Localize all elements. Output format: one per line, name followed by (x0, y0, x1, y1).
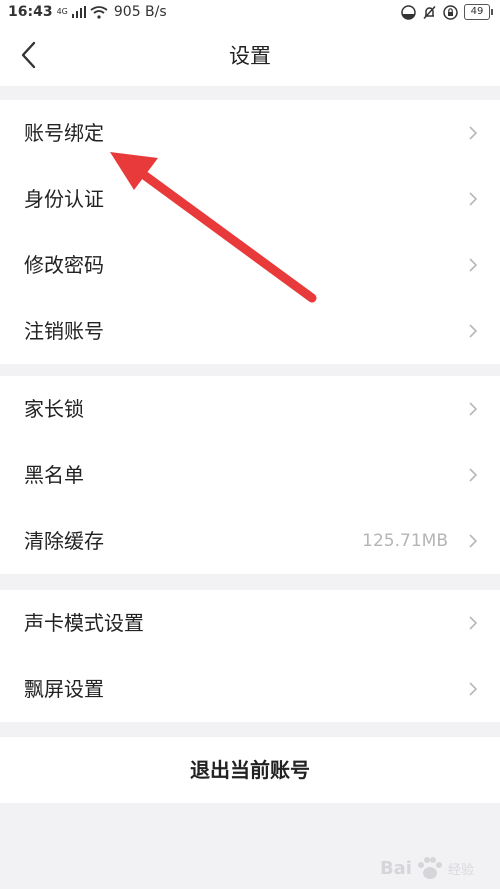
network-type: 4G (56, 7, 68, 16)
chevron-right-icon (469, 192, 478, 206)
status-bar: 16:43 4G 905 B/s 49 (0, 0, 500, 26)
cache-size-value: 125.71MB (362, 531, 448, 551)
settings-item-label: 身份认证 (24, 187, 104, 211)
status-time: 16:43 (8, 4, 53, 20)
baidu-watermark: Bai 经验 (380, 855, 474, 881)
status-left: 16:43 4G 905 B/s (8, 4, 167, 20)
lock-rotation-icon (443, 4, 458, 20)
settings-item-floating-screen[interactable]: 飘屏设置 (0, 656, 500, 722)
settings-item-account-binding[interactable]: 账号绑定 (0, 100, 500, 166)
signal-icon (71, 6, 86, 18)
page-title: 设置 (229, 44, 271, 68)
settings-item-sound-card-mode[interactable]: 声卡模式设置 (0, 590, 500, 656)
settings-item-label: 声卡模式设置 (24, 611, 144, 635)
nav-bar: 设置 (0, 26, 500, 86)
settings-item-label: 飘屏设置 (24, 677, 104, 701)
chevron-right-icon (469, 324, 478, 338)
headset-icon (401, 4, 416, 20)
bell-muted-icon (423, 5, 436, 19)
battery-indicator: 49 (464, 4, 493, 20)
settings-item-label: 账号绑定 (24, 121, 104, 145)
paw-icon (417, 857, 442, 879)
watermark-brand: Bai (379, 857, 412, 879)
settings-item-label: 修改密码 (24, 253, 104, 277)
settings-item-blacklist[interactable]: 黑名单 (0, 442, 500, 508)
back-arrow-icon[interactable] (16, 40, 46, 70)
settings-group-privacy: 家长锁 黑名单 清除缓存 125.71MB (0, 376, 500, 574)
settings-item-parental-lock[interactable]: 家长锁 (0, 376, 500, 442)
settings-item-clear-cache[interactable]: 清除缓存 125.71MB (0, 508, 500, 574)
settings-group-account: 账号绑定 身份认证 修改密码 注销账号 (0, 100, 500, 364)
settings-item-delete-account[interactable]: 注销账号 (0, 298, 500, 364)
settings-item-identity-verification[interactable]: 身份认证 (0, 166, 500, 232)
settings-group-display: 声卡模式设置 飘屏设置 (0, 590, 500, 722)
wifi-icon (90, 5, 108, 19)
logout-button[interactable]: 退出当前账号 (0, 737, 500, 803)
chevron-right-icon (469, 682, 478, 696)
chevron-right-icon (469, 258, 478, 272)
settings-item-label: 家长锁 (24, 397, 84, 421)
watermark-suffix: 经验 (447, 862, 474, 878)
chevron-right-icon (469, 126, 478, 140)
chevron-right-icon (469, 468, 478, 482)
chevron-right-icon (469, 402, 478, 416)
status-right: 49 (401, 4, 493, 20)
settings-item-label: 黑名单 (24, 463, 84, 487)
settings-item-label: 注销账号 (24, 319, 104, 343)
settings-item-label: 清除缓存 (24, 529, 104, 553)
chevron-right-icon (469, 534, 478, 548)
chevron-right-icon (469, 616, 478, 630)
settings-item-change-password[interactable]: 修改密码 (0, 232, 500, 298)
network-speed: 905 B/s (113, 4, 167, 20)
